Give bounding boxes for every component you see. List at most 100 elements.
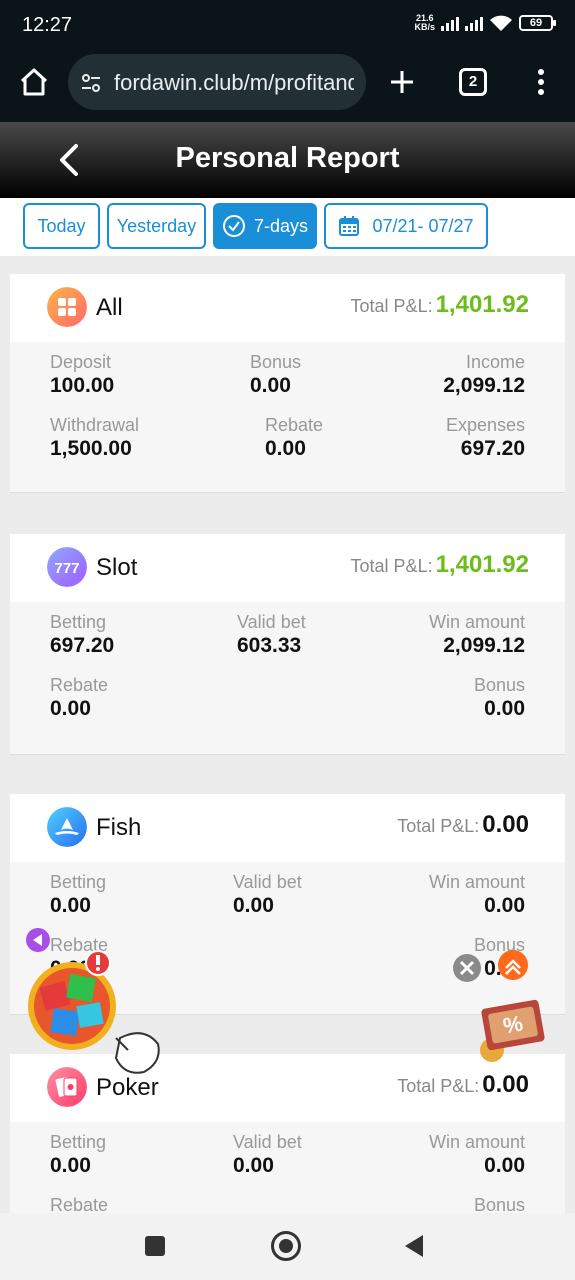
card-stats: Betting 697.20 Valid bet 603.33 Win amount… [10,602,565,754]
stat-expenses: Expenses 697.20 [446,415,525,461]
status-bar: 12:27 21.6 KB/s 69 [0,0,575,50]
stat-win-amount: Win amount 2,099.12 [429,612,525,658]
date-range-label: 07/21- 07/27 [372,215,474,236]
stat-label: Rebate [50,675,109,695]
report-card-all: All Total P&L: 1,401.92 Deposit 100.00 Bo… [10,274,565,493]
calendar-icon [339,216,360,236]
tune-icon[interactable] [80,72,102,94]
home-icon[interactable] [18,66,50,98]
stat-label: Betting [50,612,107,632]
stat-value: 0.00 [50,894,91,917]
filter-today-button[interactable]: Today [23,203,100,249]
signal-icon-2 [465,15,483,31]
stat-win-amount: Win amount 0.00 [429,872,525,918]
filter-yesterday-button[interactable]: Yesterday [107,203,206,249]
nav-back-icon[interactable] [405,1235,423,1257]
filter-7days-button[interactable]: 7-days [213,203,317,249]
stat-betting: Betting 0.00 [50,872,106,918]
stat-value: 0.00 [50,697,91,720]
stat-label: Expenses [445,415,525,435]
stat-label: Valid bet [233,872,302,892]
card-header: 777 Slot Total P&L: 1,401.92 [10,534,565,602]
stat-value: 0.00 [484,697,525,720]
floating-promo-widget[interactable]: % [450,950,560,1070]
stat-value: 0.00 [484,894,525,917]
stat-value: 0.00 [250,374,291,397]
stat-valid-bet: Valid bet 0.00 [233,1132,302,1178]
url-text[interactable]: fordawin.club/m/profitandloss [114,70,354,96]
stat-valid-bet: Valid bet 603.33 [237,612,306,658]
stat-label: Betting [50,872,107,892]
stat-label: Income [465,352,525,372]
stat-deposit: Deposit 100.00 [50,352,114,398]
stat-label: Bonus [250,352,302,372]
stat-value: 697.20 [50,634,115,657]
total-pnl-value: 1,401.92 [435,291,529,318]
total-pnl-label: Total P&L: [350,296,433,316]
stat-label: Deposit [50,352,112,372]
card-title: Slot [96,554,138,581]
wifi-icon [490,15,512,31]
stat-value: 0.00 [265,437,306,460]
stat-value: 0.00 [233,894,274,917]
stat-income: Income 2,099.12 [443,352,525,398]
stat-value: 697.20 [460,437,525,460]
stat-label: Bonus [473,675,525,695]
stat-label: Win amount [428,1132,525,1152]
stat-valid-bet: Valid bet 0.00 [233,872,302,918]
stat-betting: Betting 0.00 [50,1132,106,1178]
total-pnl: Total P&L: 1,401.92 [351,291,529,319]
stat-value: 2,099.12 [443,374,525,397]
date-filter-bar: Today Yesterday 7-days 07/21- 07/27 [0,198,575,256]
status-indicators: 21.6 KB/s 69 [414,14,556,32]
all-icon [47,287,87,327]
total-pnl-value: 1,401.92 [435,551,529,578]
filter-yesterday-label: Yesterday [116,215,197,236]
address-bar[interactable]: fordawin.club/m/profitandloss [68,54,366,110]
card-title: Fish [96,814,142,841]
recents-icon[interactable] [145,1236,165,1256]
total-pnl: Total P&L: 0.00 [397,1071,529,1099]
status-time: 12:27 [22,14,73,36]
card-header: Fish Total P&L: 0.00 [10,794,565,862]
stat-withdrawal: Withdrawal 1,500.00 [50,415,139,461]
stat-value: 0.00 [233,1154,274,1177]
stat-value: 0.00 [50,1154,91,1177]
menu-icon[interactable] [532,66,550,98]
home-button-icon[interactable] [271,1231,301,1261]
total-pnl-label: Total P&L: [397,1076,480,1096]
stat-bonus: Bonus0.00 [474,675,525,721]
browser-toolbar: fordawin.club/m/profitandloss 2 [0,50,575,122]
report-card-slot: 777 Slot Total P&L: 1,401.92 Betting 697.… [10,534,565,755]
slot-icon: 777 [47,547,87,587]
net-speed: 21.6 KB/s [414,14,435,32]
stat-label: Withdrawal [50,415,140,435]
date-range-picker[interactable]: 07/21- 07/27 [324,203,488,249]
stat-label: Valid bet [233,1132,302,1152]
stat-value: 603.33 [237,634,302,657]
filter-today-label: Today [37,215,86,236]
total-pnl: Total P&L: 0.00 [397,811,529,839]
floating-game-widget[interactable] [24,926,164,1086]
stat-value: 1,500.00 [50,437,132,460]
page-title: Personal Report [175,142,400,174]
total-pnl-value: 0.00 [482,1071,529,1098]
total-pnl-label: Total P&L: [397,816,480,836]
stat-value: 2,099.12 [443,634,525,657]
stat-label: Betting [50,1132,107,1152]
plus-icon[interactable] [386,66,418,98]
tabs-icon[interactable]: 2 [459,68,487,96]
net-speed-unit: KB/s [414,22,435,32]
stat-label: Win amount [428,872,525,892]
stat-bonus: Bonus0.00 [250,352,301,398]
battery-icon: 69 [519,15,556,31]
fish-icon [47,807,87,847]
card-stats: Deposit 100.00 Bonus 0.00 Income 2,099.12 W… [10,342,565,492]
signal-icon [441,15,459,31]
total-pnl: Total P&L: 1,401.92 [351,551,529,579]
system-nav-bar [0,1213,575,1280]
stat-label: Valid bet [237,612,306,632]
stat-value: 100.00 [50,374,115,397]
stat-rebate: Rebate0.00 [265,415,323,461]
stat-label: Win amount [428,612,525,632]
